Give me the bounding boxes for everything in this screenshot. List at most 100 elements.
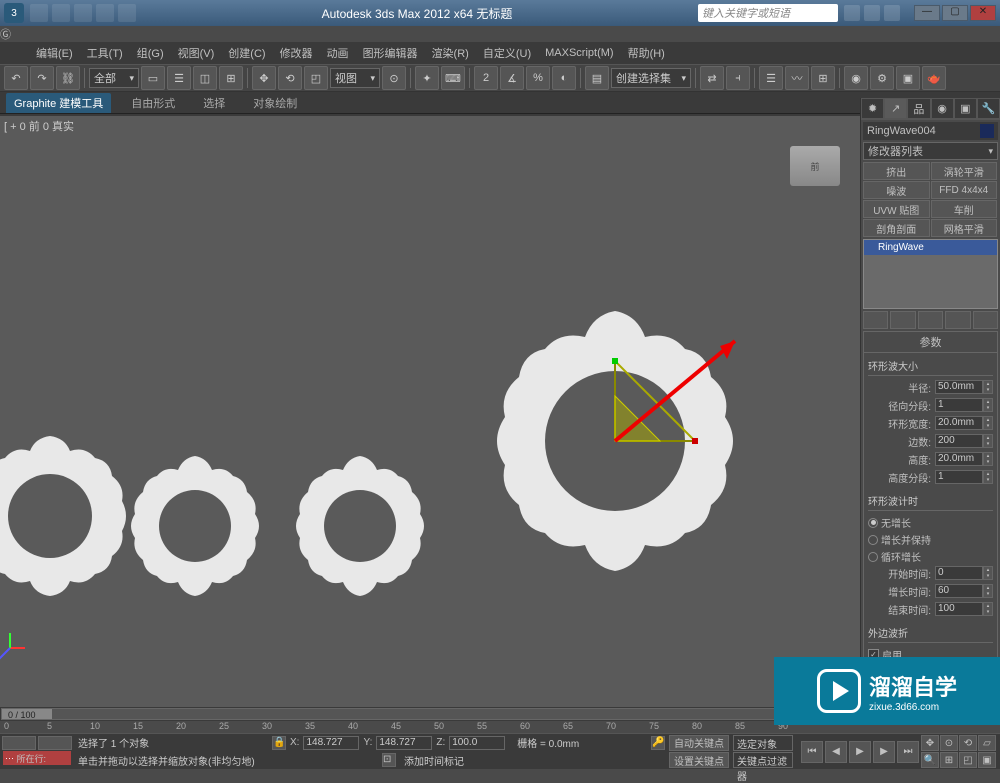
z-input[interactable]: 100.0 bbox=[449, 736, 505, 750]
auto-key-button[interactable]: 自动关键点 bbox=[669, 735, 729, 751]
nav-zoomall-icon[interactable]: ⊞ bbox=[940, 752, 958, 768]
goto-line-button[interactable]: ⋯ 所在行: bbox=[3, 751, 71, 765]
qat-undo-icon[interactable] bbox=[96, 4, 114, 22]
display-tab-icon[interactable]: ▣ bbox=[954, 98, 977, 119]
hierarchy-tab-icon[interactable]: 品 bbox=[907, 98, 930, 119]
sides-spinner[interactable] bbox=[983, 434, 993, 448]
utilities-tab-icon[interactable]: 🔧 bbox=[977, 98, 1000, 119]
modify-tab-icon[interactable]: ↗ bbox=[884, 98, 907, 119]
infocenter-icon[interactable] bbox=[864, 5, 880, 21]
rollout-header[interactable]: 参数 bbox=[864, 332, 997, 353]
rotate-icon[interactable]: ⟲ bbox=[278, 66, 302, 90]
modifier-list-dropdown[interactable]: 修改器列表 bbox=[863, 142, 998, 160]
stack-item-ringwave[interactable]: RingWave bbox=[864, 240, 997, 255]
script-mini-icon[interactable] bbox=[2, 736, 36, 750]
object-color-swatch[interactable] bbox=[980, 124, 994, 138]
show-end-icon[interactable] bbox=[890, 311, 915, 329]
time-ruler[interactable]: 051015202530354045505560657075808590 bbox=[0, 721, 860, 733]
nav-fov-icon[interactable]: ▱ bbox=[978, 735, 996, 751]
viewcube[interactable]: 前 bbox=[790, 146, 840, 186]
render-setup-icon[interactable]: ⚙ bbox=[870, 66, 894, 90]
mod-btn-uvw[interactable]: UVW 贴图 bbox=[863, 200, 930, 218]
redo-icon[interactable]: ↷ bbox=[30, 66, 54, 90]
create-tab-icon[interactable]: ✹ bbox=[861, 98, 884, 119]
menu-customize[interactable]: 自定义(U) bbox=[477, 43, 537, 63]
lock-selection-icon[interactable]: 🔒 bbox=[272, 736, 286, 750]
named-selection-dropdown[interactable]: 创建选择集 bbox=[611, 68, 691, 88]
key-selection-dropdown[interactable]: 选定对象 bbox=[733, 735, 793, 751]
scale-icon[interactable]: ◰ bbox=[304, 66, 328, 90]
nav-walk-icon[interactable]: ⊙ bbox=[940, 735, 958, 751]
move-icon[interactable]: ✥ bbox=[252, 66, 276, 90]
help-search-input[interactable]: 键入关键字或短语 bbox=[698, 4, 838, 22]
snap-2d-icon[interactable]: 2 bbox=[474, 66, 498, 90]
ref-coord-dropdown[interactable]: 视图 bbox=[330, 68, 380, 88]
end-input[interactable]: 100 bbox=[935, 602, 983, 616]
gear-object-2[interactable] bbox=[115, 446, 275, 606]
named-sel-icon[interactable]: ▤ bbox=[585, 66, 609, 90]
help-icon[interactable] bbox=[844, 5, 860, 21]
nav-zoomext-icon[interactable]: ◰ bbox=[959, 752, 977, 768]
pin-stack-icon[interactable] bbox=[863, 311, 888, 329]
radius-input[interactable]: 50.0mm bbox=[935, 380, 983, 394]
radio-nogrow[interactable]: 无增长 bbox=[868, 514, 993, 531]
mod-btn-noise[interactable]: 噪波 bbox=[863, 181, 930, 199]
qat-save-icon[interactable] bbox=[74, 4, 92, 22]
set-key-button[interactable]: 设置关键点 bbox=[669, 752, 729, 768]
menu-maxscript[interactable]: MAXScript(M) bbox=[539, 45, 619, 61]
render-icon[interactable]: 🫖 bbox=[922, 66, 946, 90]
prev-frame-icon[interactable]: ◀ bbox=[825, 741, 847, 763]
ribbon-tab-freeform[interactable]: 自由形式 bbox=[123, 93, 183, 113]
application-menu-button[interactable]: Ⓖ bbox=[0, 26, 1000, 42]
qat-redo-icon[interactable] bbox=[118, 4, 136, 22]
goto-end-icon[interactable]: ⏭ bbox=[897, 741, 919, 763]
menu-animation[interactable]: 动画 bbox=[321, 43, 355, 63]
play-icon[interactable]: ▶ bbox=[849, 741, 871, 763]
mod-btn-bevel[interactable]: 剖角剖面 bbox=[863, 219, 930, 237]
window-crossing-icon[interactable]: ⊞ bbox=[219, 66, 243, 90]
grow-spinner[interactable] bbox=[983, 584, 993, 598]
pivot-icon[interactable]: ⊙ bbox=[382, 66, 406, 90]
viewport[interactable]: [ + 0 前 0 真实 前 bbox=[0, 116, 860, 707]
mod-btn-lathe[interactable]: 车削 bbox=[931, 200, 998, 218]
y-input[interactable]: 148.727 bbox=[376, 736, 432, 750]
radius-spinner[interactable] bbox=[983, 380, 993, 394]
unique-icon[interactable] bbox=[918, 311, 943, 329]
grow-input[interactable]: 60 bbox=[935, 584, 983, 598]
ribbon-tab-selection[interactable]: 选择 bbox=[195, 93, 233, 113]
material-editor-icon[interactable]: ◉ bbox=[844, 66, 868, 90]
radio-cyclic[interactable]: 循环增长 bbox=[868, 548, 993, 565]
select-region-icon[interactable]: ◫ bbox=[193, 66, 217, 90]
script-listener-icon[interactable] bbox=[38, 736, 72, 750]
keyboard-icon[interactable]: ⌨ bbox=[441, 66, 465, 90]
start-spinner[interactable] bbox=[983, 566, 993, 580]
selection-filter-dropdown[interactable]: 全部 bbox=[89, 68, 139, 88]
favorites-icon[interactable] bbox=[884, 5, 900, 21]
key-mode-icon[interactable]: 🔑 bbox=[651, 736, 665, 750]
mod-btn-ffd[interactable]: FFD 4x4x4 bbox=[931, 181, 998, 199]
spinner-snap-icon[interactable]: ◐ bbox=[552, 66, 576, 90]
nav-pan-icon[interactable]: ✥ bbox=[921, 735, 939, 751]
hseg-spinner[interactable] bbox=[983, 470, 993, 484]
select-name-icon[interactable]: ☰ bbox=[167, 66, 191, 90]
schematic-icon[interactable]: ⊞ bbox=[811, 66, 835, 90]
undo-icon[interactable]: ↶ bbox=[4, 66, 28, 90]
sides-input[interactable]: 200 bbox=[935, 434, 983, 448]
nav-maximize-icon[interactable]: ▣ bbox=[978, 752, 996, 768]
curve-editor-icon[interactable]: 〰 bbox=[785, 66, 809, 90]
menu-modifiers[interactable]: 修改器 bbox=[274, 43, 319, 63]
add-time-tag[interactable]: 添加时间标记 bbox=[404, 753, 464, 768]
height-spinner[interactable] bbox=[983, 452, 993, 466]
mod-btn-extrude[interactable]: 挤出 bbox=[863, 162, 930, 180]
snap-angle-icon[interactable]: ∡ bbox=[500, 66, 524, 90]
ribbon-tab-paint[interactable]: 对象绘制 bbox=[245, 93, 305, 113]
menu-help[interactable]: 帮助(H) bbox=[622, 43, 671, 63]
menu-rendering[interactable]: 渲染(R) bbox=[426, 43, 475, 63]
render-frame-icon[interactable]: ▣ bbox=[896, 66, 920, 90]
menu-tools[interactable]: 工具(T) bbox=[81, 43, 129, 63]
menu-group[interactable]: 组(G) bbox=[131, 43, 170, 63]
end-spinner[interactable] bbox=[983, 602, 993, 616]
nav-orbit-icon[interactable]: ⟲ bbox=[959, 735, 977, 751]
start-input[interactable]: 0 bbox=[935, 566, 983, 580]
config-sets-icon[interactable] bbox=[973, 311, 998, 329]
